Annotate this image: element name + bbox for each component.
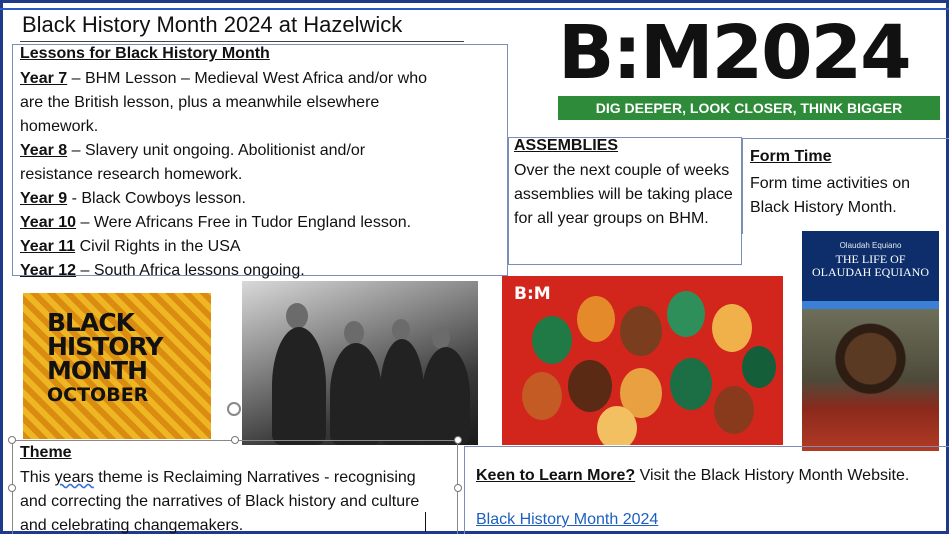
assemblies-heading: ASSEMBLIES (514, 137, 619, 154)
lesson-text: - Black Cowboys lesson. (67, 190, 246, 207)
lesson-line: Year 9 - Black Cowboys lesson. (20, 187, 500, 211)
bhm2024-logo: B:M2024 DIG DEEPER, LOOK CLOSER, THINK B… (558, 14, 940, 120)
title-underline (20, 41, 464, 42)
person-head (344, 321, 364, 345)
portrait-face (667, 291, 705, 337)
year-label: Year 11 (20, 238, 76, 255)
person-head (392, 319, 410, 341)
logo-wordmark: B:M2024 (558, 10, 912, 96)
lesson-line: Year 7 – BHM Lesson – Medieval West Afri… (20, 67, 500, 91)
audience-photo[interactable] (242, 281, 478, 445)
learn-more-question: Keen to Learn More? (476, 467, 636, 484)
lesson-text: – BHM Lesson – Medieval West Africa and/… (67, 70, 428, 87)
person-head (432, 327, 450, 349)
lesson-text: Civil Rights in the USA (75, 238, 241, 255)
portrait-face (532, 316, 572, 364)
book-title: THE LIFE OF OLAUDAH EQUIANO (802, 253, 939, 279)
bhm-october-text: BLACK HISTORY MONTH (47, 310, 164, 385)
theme-text: This (20, 469, 55, 486)
book-band (802, 301, 939, 309)
page-title: Black History Month 2024 at Hazelwick (22, 12, 403, 37)
lesson-line: Year 8 – Slavery unit ongoing. Abolition… (20, 139, 500, 163)
year-label: Year 10 (20, 214, 77, 231)
lessons-heading: Lessons for Black History Month (20, 45, 270, 62)
year-label: Year 9 (20, 190, 68, 207)
equiano-book-cover[interactable]: Olaudah Equiano THE LIFE OF OLAUDAH EQUI… (802, 231, 939, 451)
portrait-face (597, 406, 637, 445)
learn-more-body: Keen to Learn More? Visit the Black Hist… (476, 464, 926, 487)
theme-heading: Theme (20, 444, 72, 461)
lesson-line: homework. (20, 115, 500, 139)
lesson-text: homework. (20, 118, 99, 135)
bhm-october-image[interactable]: BLACK HISTORY MONTH OCTOBER (23, 293, 211, 439)
october-label: OCTOBER (47, 384, 149, 406)
portraits-logo: B:M (514, 284, 551, 304)
portrait-face (712, 304, 752, 352)
lesson-line: resistance research homework. (20, 163, 500, 187)
lesson-text: – Were Africans Free in Tudor England le… (76, 214, 412, 231)
lesson-text: are the British lesson, plus a meanwhile… (20, 94, 380, 111)
image-text-line: MONTH (47, 356, 148, 385)
theme-body[interactable]: This years theme is Reclaiming Narrative… (20, 466, 440, 534)
spellcheck-word: years (54, 469, 94, 486)
book-title-line: OLAUDAH EQUIANO (812, 265, 929, 279)
rotate-handle-icon[interactable] (227, 402, 241, 416)
person-body (380, 339, 424, 445)
text-caret (425, 512, 426, 532)
year-label: Year 12 (20, 262, 77, 279)
portrait-face (620, 306, 662, 356)
lesson-line: Year 12 – South Africa lessons ongoing. (20, 259, 500, 283)
book-author: Olaudah Equiano (839, 241, 902, 250)
bhm-website-link[interactable]: Black History Month 2024 (476, 511, 658, 529)
year-label: Year 8 (20, 142, 68, 159)
portrait-face (742, 346, 776, 388)
person-body (272, 327, 326, 445)
portrait-face (568, 360, 612, 412)
resize-handle[interactable] (454, 484, 462, 492)
form-time-body: Form time activities on Black History Mo… (750, 175, 911, 216)
year-label: Year 7 (20, 70, 68, 87)
lesson-text: – South Africa lessons ongoing. (76, 262, 305, 279)
lesson-line: Year 11 Civil Rights in the USA (20, 235, 500, 259)
resize-handle[interactable] (8, 436, 16, 444)
person-body (330, 343, 382, 445)
lesson-text: resistance research homework. (20, 166, 243, 183)
book-portrait (802, 309, 939, 451)
logo-tagline: DIG DEEPER, LOOK CLOSER, THINK BIGGER (558, 96, 940, 120)
person-body (422, 347, 470, 445)
lesson-line: Year 10 – Were Africans Free in Tudor En… (20, 211, 500, 235)
bhm-portraits-image[interactable]: B:M (502, 276, 783, 445)
resize-handle[interactable] (454, 436, 462, 444)
resize-handle[interactable] (8, 484, 16, 492)
lessons-list: Year 7 – BHM Lesson – Medieval West Afri… (20, 67, 500, 283)
lesson-text: – Slavery unit ongoing. Abolitionist and… (67, 142, 366, 159)
resize-handle[interactable] (231, 436, 239, 444)
portrait-face (714, 386, 754, 434)
lesson-line: are the British lesson, plus a meanwhile… (20, 91, 500, 115)
portrait-face (522, 372, 562, 420)
person-head (286, 303, 308, 329)
portrait-face (577, 296, 615, 342)
portrait-face (670, 358, 712, 410)
form-time-heading: Form Time (750, 148, 832, 165)
learn-more-text: Visit the Black History Month Website. (635, 467, 910, 484)
assemblies-body: Over the next couple of weeks assemblies… (514, 162, 733, 227)
